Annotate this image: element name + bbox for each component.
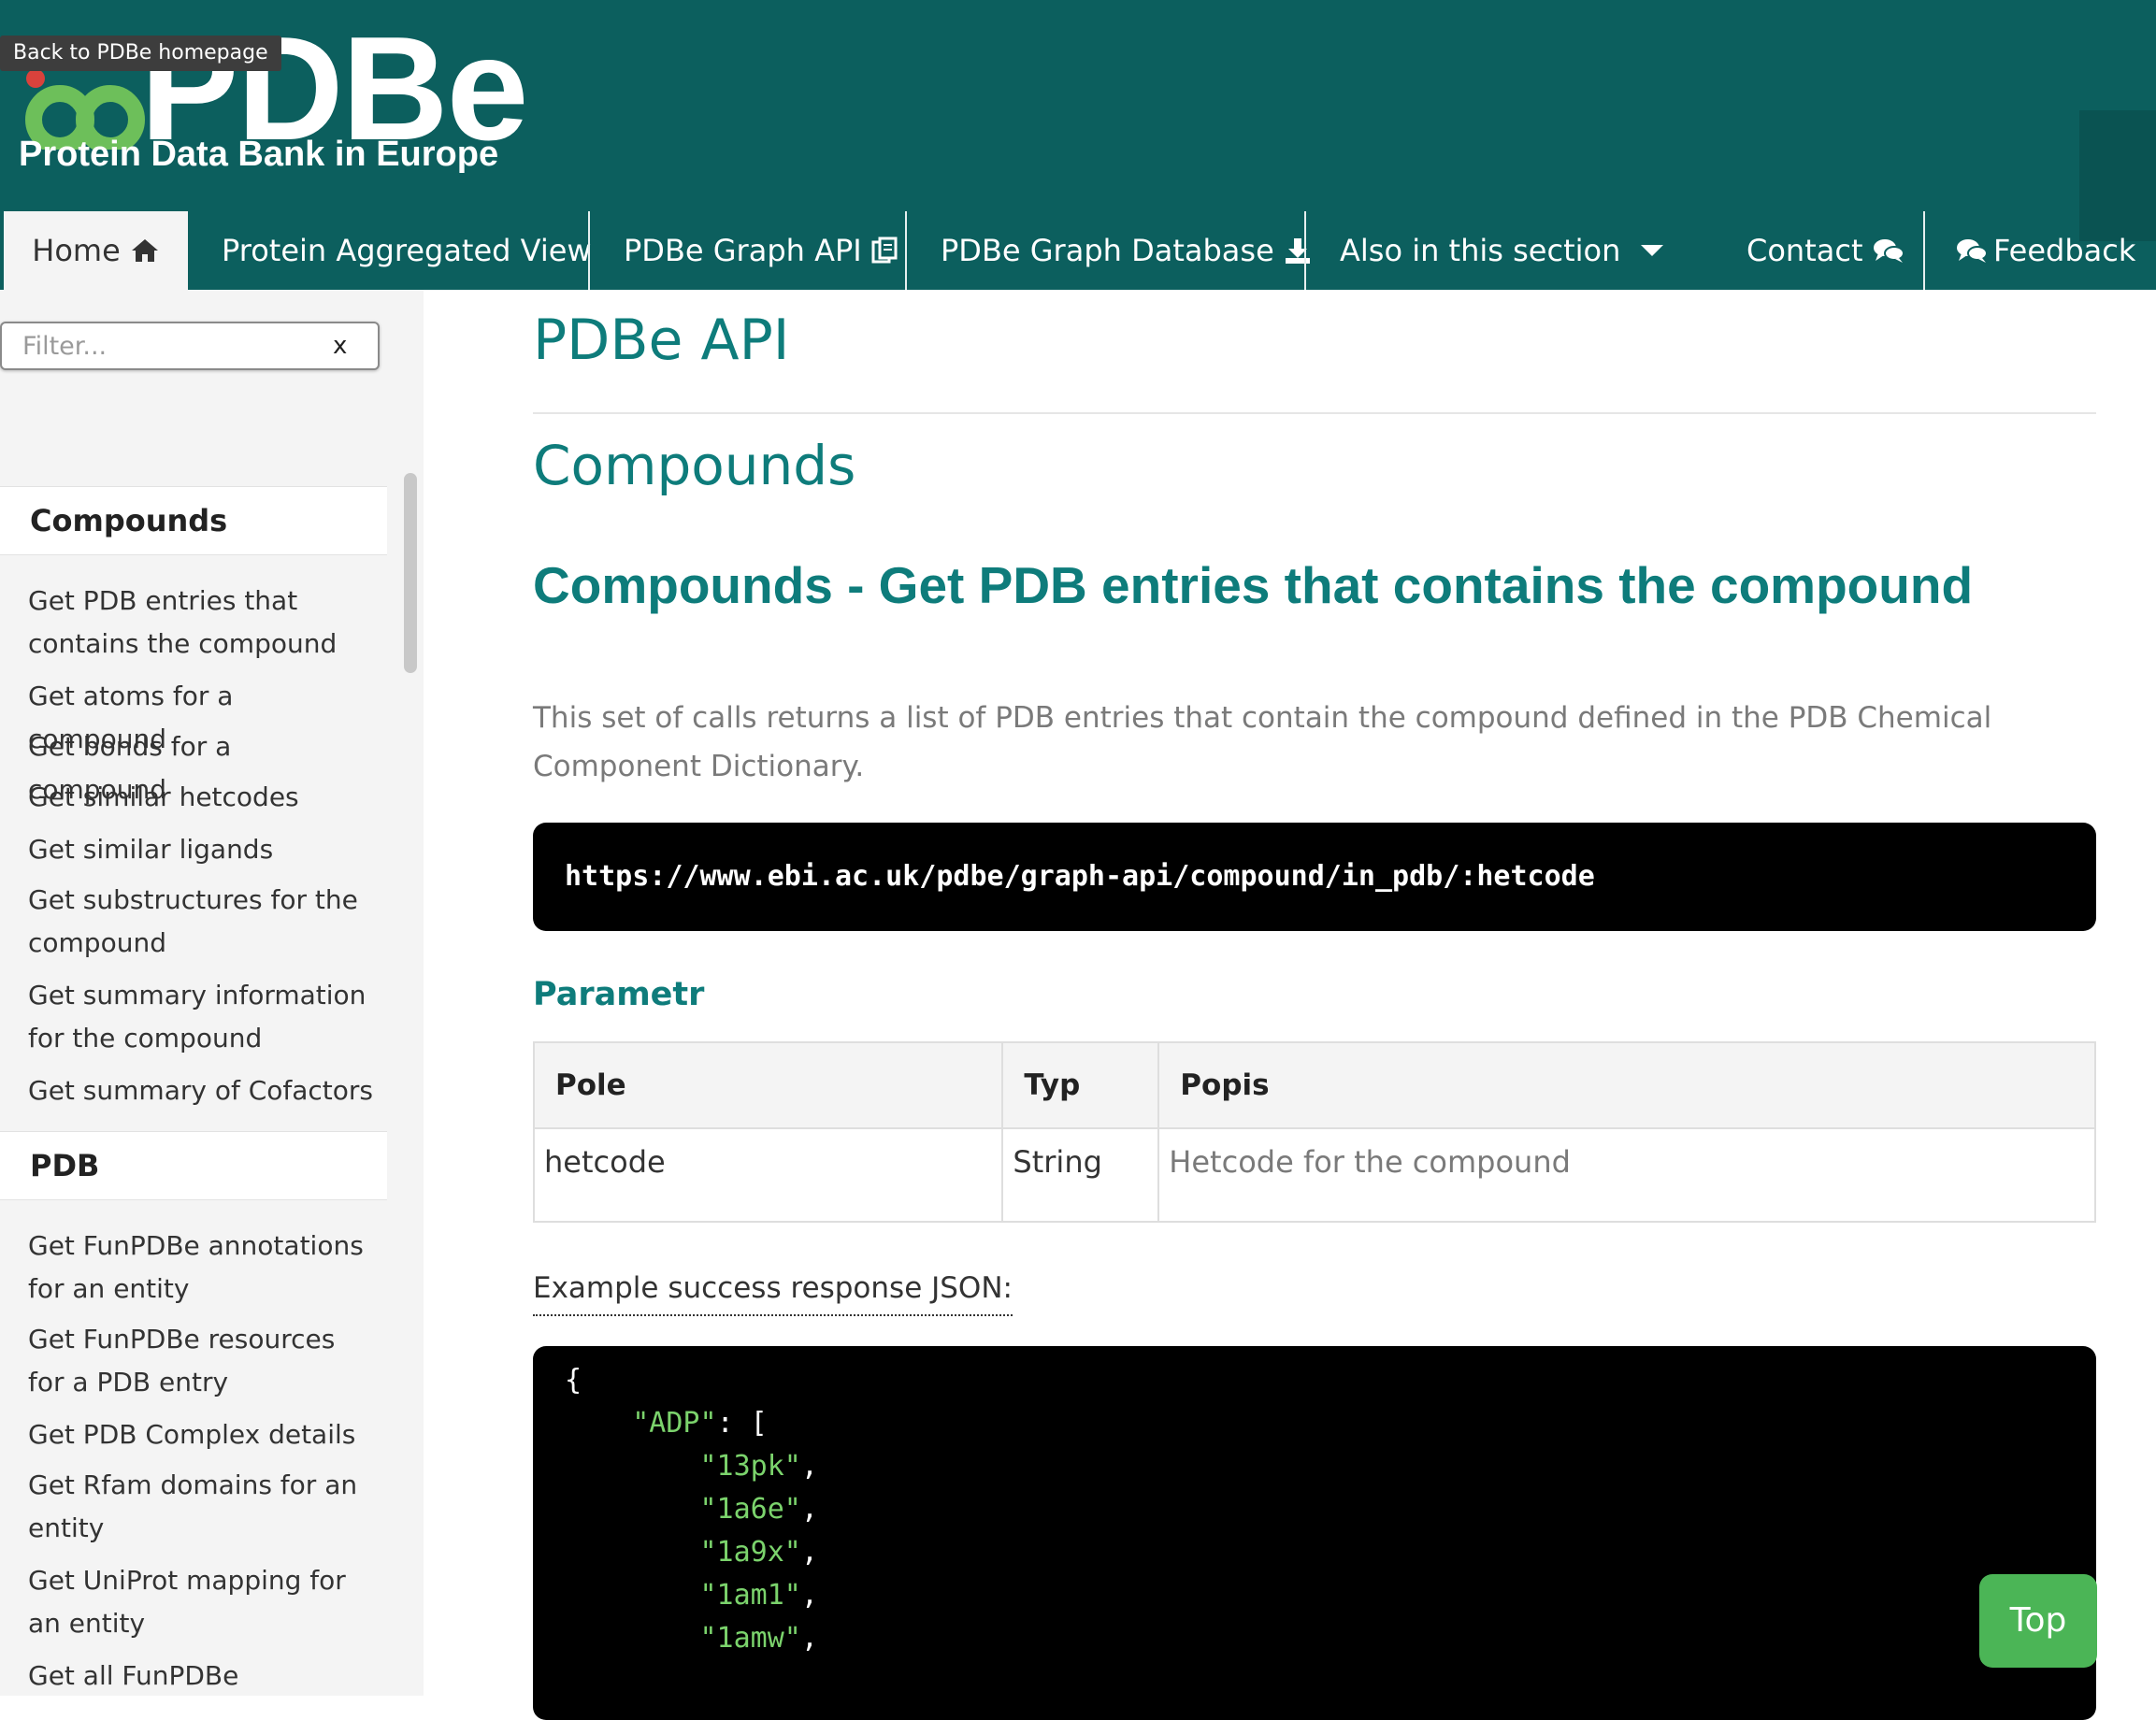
json-line: "1a6e", xyxy=(565,1488,818,1531)
params-heading: Parametr xyxy=(533,976,705,1013)
sidebar-section-pdb[interactable]: PDB xyxy=(0,1131,387,1200)
divider xyxy=(533,412,2096,414)
comments-icon xyxy=(1873,239,1904,263)
column-header-typ: Typ xyxy=(1001,1041,1160,1129)
main-content: PDBe API Compounds Compounds - Get PDB e… xyxy=(532,290,2096,1720)
sidebar-link[interactable]: Get summary of Cofactors xyxy=(28,1069,374,1112)
sidebar-link[interactable]: Get FunPDBe resources for a PDB entry xyxy=(28,1318,374,1404)
sidebar-scrollbar[interactable] xyxy=(404,473,417,673)
sidebar-link[interactable]: Get FunPDBe annotations for an entity xyxy=(28,1225,374,1311)
nav-separator xyxy=(1923,211,1925,290)
table-row: hetcode String Hetcode for the compound xyxy=(532,1127,2096,1223)
endpoint-title: Compounds - Get PDB entries that contain… xyxy=(533,556,1974,614)
column-header-pole: Pole xyxy=(532,1041,1004,1129)
filter-input[interactable] xyxy=(22,323,303,368)
nav-item-graph-api[interactable]: PDBe Graph API xyxy=(624,211,898,290)
json-string: "1a6e" xyxy=(699,1493,801,1526)
json-text: { xyxy=(565,1364,582,1397)
sidebar-link[interactable]: Get PDB entries that contains the compou… xyxy=(28,580,374,666)
sidebar-section-compounds[interactable]: Compounds xyxy=(0,486,387,555)
json-string: "1a9x" xyxy=(699,1536,801,1569)
example-response-toggle[interactable]: Example success response JSON: xyxy=(533,1262,1013,1316)
comments-icon xyxy=(1957,239,1988,263)
download-icon xyxy=(1285,238,1310,264)
back-to-top-button[interactable]: Top xyxy=(1979,1574,2097,1668)
nav-item-label: Contact xyxy=(1746,233,1863,268)
nav-item-label: Also in this section xyxy=(1340,233,1621,268)
back-to-homepage-tooltip: Back to PDBe homepage xyxy=(0,36,281,71)
home-icon xyxy=(131,239,158,262)
json-line: "1am1", xyxy=(565,1574,818,1617)
nav-item-also-in-this-section[interactable]: Also in this section xyxy=(1340,211,1669,290)
sidebar-link[interactable]: Get similar ligands xyxy=(28,828,374,871)
sidebar-link[interactable]: Get similar hetcodes xyxy=(28,776,374,819)
json-string: "1am1" xyxy=(699,1579,801,1612)
nav-item-label: PDBe Graph Database xyxy=(941,233,1274,268)
json-text: : [ xyxy=(716,1407,768,1440)
nav-separator xyxy=(1304,211,1306,290)
param-type: String xyxy=(1001,1127,1160,1223)
endpoint-description: This set of calls returns a list of PDB … xyxy=(533,701,1992,783)
json-string: "13pk" xyxy=(699,1450,801,1483)
params-table: Pole Typ Popis hetcode String Hetcode fo… xyxy=(532,1041,2096,1223)
page-title: PDBe API xyxy=(533,308,790,373)
nav-item-feedback[interactable]: Feedback xyxy=(1956,211,2135,290)
filter-field: x xyxy=(0,322,380,370)
param-description: Hetcode for the compound xyxy=(1157,1127,2096,1223)
sidebar-link[interactable]: Get substructures for the compound xyxy=(28,879,374,965)
json-string: "1amw" xyxy=(699,1622,801,1655)
sidebar: x Compounds Get PDB entries that contain… xyxy=(0,290,424,1696)
sidebar-link[interactable]: Get all FunPDBe xyxy=(28,1655,374,1698)
nav-item-label: Home xyxy=(32,233,121,268)
filter-clear-button[interactable]: x xyxy=(333,323,347,368)
param-name: hetcode xyxy=(532,1127,1004,1223)
json-text: , xyxy=(800,1493,818,1526)
nav-item-graph-database[interactable]: PDBe Graph Database xyxy=(941,211,1312,290)
main-nav: Home Protein Aggregated View PDBe Graph … xyxy=(0,211,2156,290)
nav-item-home[interactable]: Home xyxy=(4,211,188,290)
sidebar-link[interactable]: Get PDB Complex details xyxy=(28,1413,374,1456)
section-title: Compounds xyxy=(533,434,856,497)
site-header: PDBe Protein Data Bank in Europe Back to… xyxy=(0,0,2156,290)
nav-item-protein-aggregated-view[interactable]: Protein Aggregated View xyxy=(222,211,592,290)
json-line: "ADP": [ xyxy=(565,1402,768,1445)
nav-separator xyxy=(588,211,590,290)
json-line: "1a9x", xyxy=(565,1531,818,1574)
json-text: , xyxy=(800,1579,818,1612)
json-line: "1amw", xyxy=(565,1617,818,1660)
caret-down-icon xyxy=(1641,245,1664,256)
sidebar-link[interactable]: Get UniProt mapping for an entity xyxy=(28,1559,374,1645)
json-key: "ADP" xyxy=(632,1407,717,1440)
sidebar-link[interactable]: Get summary information for the compound xyxy=(28,974,374,1060)
nav-item-label: Feedback xyxy=(1993,233,2136,268)
endpoint-url-block: https://www.ebi.ac.uk/pdbe/graph-api/com… xyxy=(533,823,2096,931)
nav-item-label: PDBe Graph API xyxy=(624,233,862,268)
nav-item-label: Protein Aggregated View xyxy=(222,233,592,268)
json-text: , xyxy=(800,1450,818,1483)
json-line: { xyxy=(565,1359,582,1402)
json-text: , xyxy=(800,1536,818,1569)
endpoint-url[interactable]: https://www.ebi.ac.uk/pdbe/graph-api/com… xyxy=(565,823,1595,931)
nav-item-contact[interactable]: Contact xyxy=(1746,211,1904,290)
sidebar-link[interactable]: Get Rfam domains for an entity xyxy=(28,1464,374,1550)
table-header-row: Pole Typ Popis xyxy=(532,1041,2096,1129)
column-header-popis: Popis xyxy=(1157,1041,2096,1129)
logo-subtitle: Protein Data Bank in Europe xyxy=(19,135,499,174)
json-example-block: { "ADP": [ "13pk", "1a6e", "1a9x", "1am1… xyxy=(533,1346,2096,1720)
copy-icon xyxy=(871,236,898,264)
pdbe-logo[interactable]: PDBe Protein Data Bank in Europe Back to… xyxy=(0,0,561,196)
nav-separator xyxy=(905,211,907,290)
json-line: "13pk", xyxy=(565,1445,818,1488)
json-text: , xyxy=(800,1622,818,1655)
